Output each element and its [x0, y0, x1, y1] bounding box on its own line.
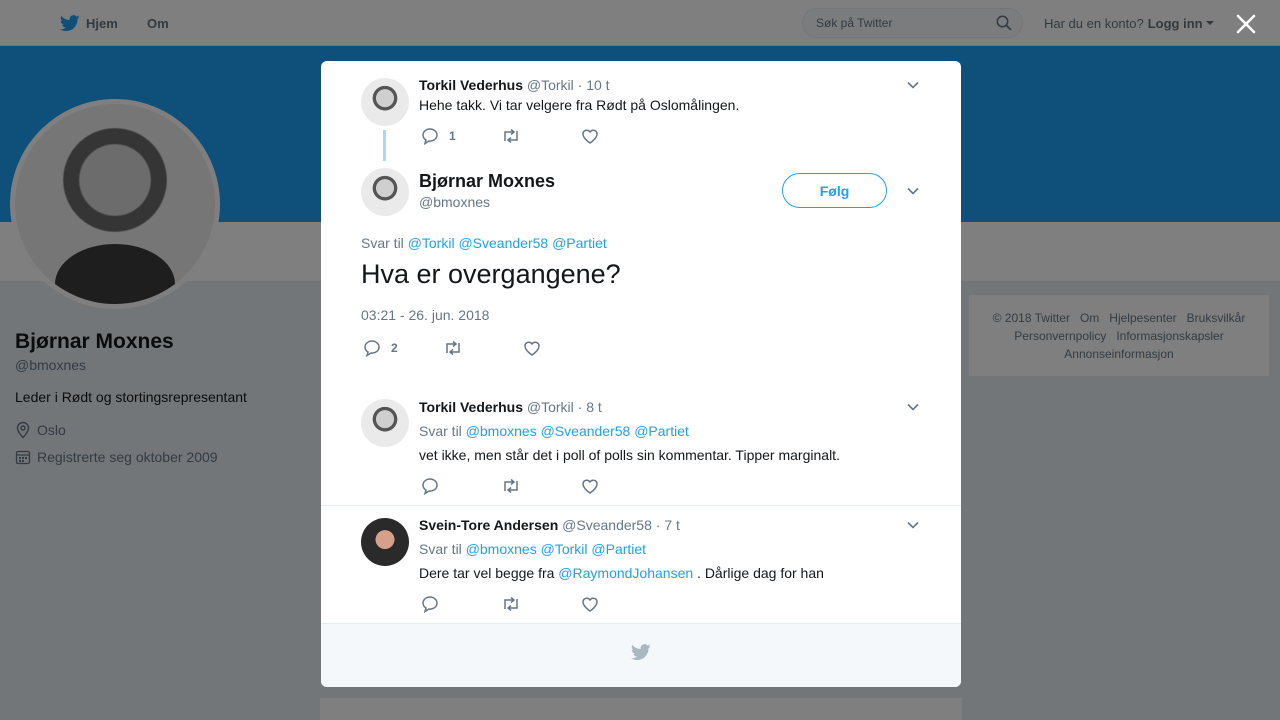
mention-link[interactable]: @Sveander58: [541, 423, 631, 439]
chevron-down-icon[interactable]: [906, 184, 920, 198]
mention-link[interactable]: @Torkil: [408, 235, 455, 251]
reply-tweet[interactable]: Svein-Tore Andersen @Sveander58 · 7 t Sv…: [321, 505, 961, 623]
heart-icon: [582, 129, 598, 144]
avatar[interactable]: [361, 518, 409, 566]
tweet-text-part: . Dårlige dag for han: [697, 565, 824, 581]
reply-icon: [364, 340, 380, 357]
reply-tweet[interactable]: Torkil Vederhus @Torkil · 8 t Svar til @…: [321, 381, 961, 505]
mention-link[interactable]: @bmoxnes: [466, 541, 537, 557]
avatar[interactable]: [361, 78, 409, 126]
mention-link[interactable]: @Partiet: [634, 423, 689, 439]
reply-button[interactable]: 1: [421, 127, 501, 145]
mention-link[interactable]: @Partiet: [591, 541, 646, 557]
heart-icon: [582, 479, 598, 494]
author-handle[interactable]: @Torkil: [527, 399, 574, 415]
follow-button[interactable]: Følg: [782, 173, 887, 208]
main-tweet-text: Hva er overgangene?: [361, 259, 621, 289]
tweet-text: vet ikke, men står det i poll of polls s…: [419, 447, 840, 463]
mention-link[interactable]: @Torkil: [541, 541, 588, 557]
reply-prefix: Svar til: [361, 235, 404, 251]
author-name[interactable]: Svein-Tore Andersen: [419, 517, 558, 533]
tweet-actions: 1: [421, 126, 661, 146]
thread-connector: [383, 130, 386, 161]
reply-to: Svar til @bmoxnes @Sveander58 @Partiet: [419, 423, 689, 439]
tweet-actions: [421, 476, 661, 496]
retweet-icon: [504, 478, 518, 494]
heart-icon: [582, 597, 598, 612]
tweet-time[interactable]: · 10 t: [578, 77, 610, 93]
main-reply-to: Svar til @Torkil @Sveander58 @Partiet: [361, 235, 607, 251]
author-handle[interactable]: @Sveander58: [562, 517, 652, 533]
tweet-header: Svein-Tore Andersen @Sveander58 · 7 t: [419, 517, 680, 533]
reply-button[interactable]: [421, 477, 501, 495]
main-tweet-timestamp[interactable]: 03:21 - 26. jun. 2018: [361, 307, 489, 323]
author-name[interactable]: Torkil Vederhus: [419, 399, 523, 415]
main-author-name[interactable]: Bjørnar Moxnes: [419, 171, 555, 192]
retweet-button[interactable]: [501, 478, 581, 494]
author-name[interactable]: Torkil Vederhus: [419, 77, 523, 93]
retweet-icon: [504, 128, 518, 144]
author-handle[interactable]: @Torkil: [527, 77, 574, 93]
avatar[interactable]: [361, 399, 409, 447]
reply-icon: [422, 478, 438, 495]
tweet-text: Dere tar vel begge fra @RaymondJohansen …: [419, 565, 824, 581]
mention-link[interactable]: @Partiet: [552, 235, 607, 251]
retweet-button[interactable]: [501, 128, 581, 144]
reply-count: 2: [391, 341, 398, 355]
tweet-actions: [421, 594, 661, 614]
reply-icon: [422, 596, 438, 613]
like-button[interactable]: [523, 340, 603, 356]
like-button[interactable]: [581, 596, 661, 612]
reply-button[interactable]: 2: [363, 339, 443, 357]
main-avatar[interactable]: [361, 168, 409, 216]
tweet-header: Torkil Vederhus @Torkil · 8 t: [419, 399, 602, 415]
mention-link[interactable]: @Sveander58: [458, 235, 548, 251]
parent-tweet[interactable]: Torkil Vederhus @Torkil · 10 t Hehe takk…: [321, 61, 961, 171]
reply-prefix: Svar til: [419, 423, 462, 439]
close-icon[interactable]: [1234, 12, 1258, 36]
reply-to: Svar til @bmoxnes @Torkil @Partiet: [419, 541, 646, 557]
retweet-icon: [504, 596, 518, 612]
mention-link[interactable]: @RaymondJohansen: [558, 565, 693, 581]
chevron-down-icon[interactable]: [906, 78, 920, 92]
tweet-time[interactable]: · 8 t: [578, 399, 602, 415]
tweet-time[interactable]: · 7 t: [656, 517, 680, 533]
chevron-down-icon[interactable]: [906, 400, 920, 414]
retweet-icon: [446, 340, 460, 356]
like-button[interactable]: [581, 128, 661, 144]
reply-prefix: Svar til: [419, 541, 462, 557]
like-button[interactable]: [581, 478, 661, 494]
heart-icon: [524, 341, 540, 356]
tweet-text: Hehe takk. Vi tar velgere fra Rødt på Os…: [419, 97, 740, 113]
main-author-handle[interactable]: @bmoxnes: [419, 194, 490, 210]
reply-count: 1: [449, 129, 456, 143]
main-tweet-actions: 2: [363, 338, 603, 358]
tweet-text-part: Dere tar vel begge fra: [419, 565, 555, 581]
tweet-header: Torkil Vederhus @Torkil · 10 t: [419, 77, 610, 93]
chevron-down-icon[interactable]: [906, 518, 920, 532]
reply-button[interactable]: [421, 595, 501, 613]
modal-footer: [321, 623, 961, 687]
retweet-button[interactable]: [501, 596, 581, 612]
mention-link[interactable]: @bmoxnes: [466, 423, 537, 439]
reply-icon: [422, 128, 438, 145]
twitter-bird-icon: [631, 644, 651, 661]
tweet-modal: Torkil Vederhus @Torkil · 10 t Hehe takk…: [321, 61, 961, 687]
retweet-button[interactable]: [443, 340, 523, 356]
